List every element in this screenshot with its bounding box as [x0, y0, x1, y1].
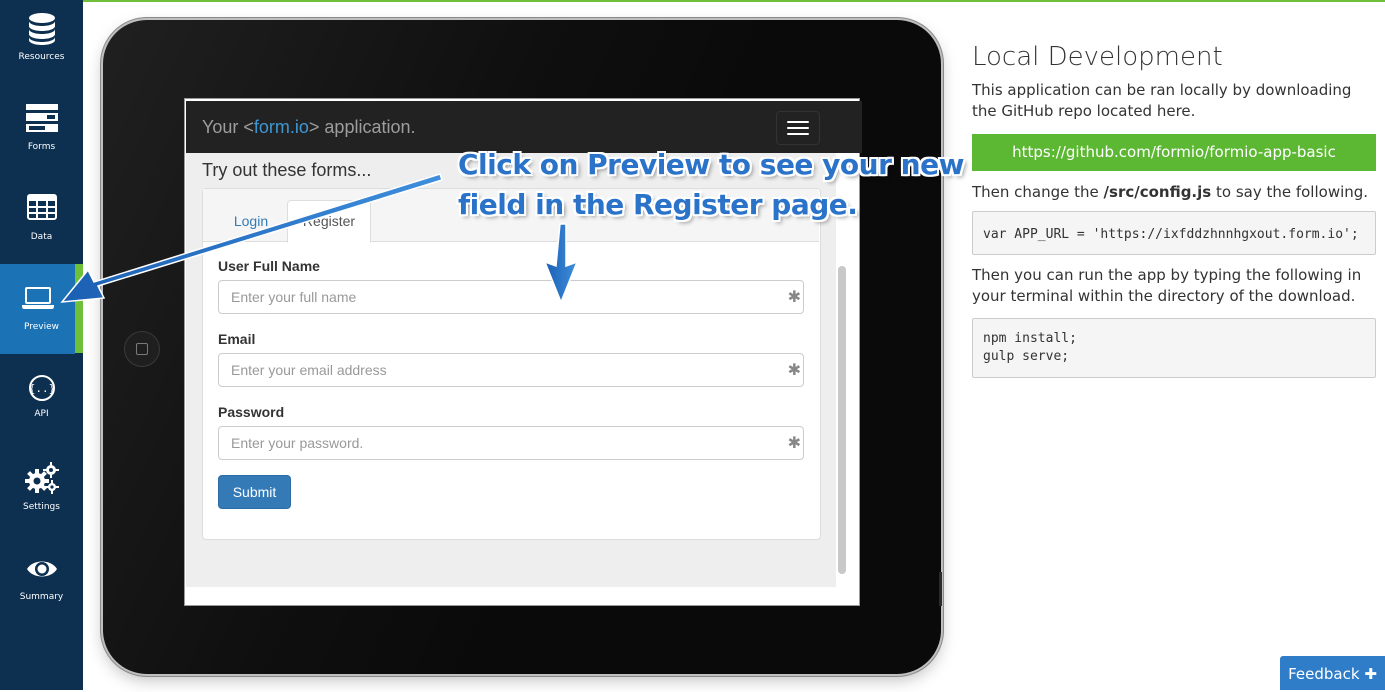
sidebar-item-summary[interactable]: Summary: [0, 540, 83, 630]
menu-toggle-button[interactable]: [776, 111, 820, 145]
full-name-placeholder: Enter your full name: [231, 289, 357, 305]
sidebar-item-label: Data: [30, 232, 53, 242]
sidebar-item-label: Preview: [23, 322, 60, 332]
hamburger-icon-bar: [787, 133, 809, 135]
table-icon: [26, 194, 57, 220]
required-icon: ✱: [787, 362, 801, 379]
sidebar-item-data[interactable]: Data: [0, 180, 83, 270]
preview-brand[interactable]: Your <form.io> application.: [202, 117, 415, 138]
feedback-label: Feedback: [1288, 665, 1360, 683]
run-code-block: npm install; gulp serve;: [972, 318, 1376, 378]
gears-icon: [24, 462, 59, 494]
password-placeholder: Enter your password.: [231, 435, 364, 451]
instruction-callout: Click on Preview to see your new field i…: [458, 145, 964, 225]
hamburger-icon: [787, 121, 809, 123]
api-icon: {..}: [28, 375, 55, 401]
sidebar: Resources Forms Data Preview {..} API Se…: [0, 0, 83, 690]
svg-text:{..}: {..}: [28, 382, 55, 395]
sidebar-item-label: Resources: [18, 52, 65, 62]
page-title: Try out these forms...: [202, 160, 372, 180]
submit-button[interactable]: Submit: [218, 475, 291, 509]
required-icon: ✱: [787, 435, 801, 452]
preview-scrollbar[interactable]: [838, 266, 846, 574]
tab-register[interactable]: Register: [287, 200, 371, 243]
sidebar-item-api[interactable]: {..} API: [0, 360, 83, 450]
local-dev-intro: This application can be ran locally by d…: [972, 81, 1352, 120]
sidebar-item-label: API: [34, 409, 49, 419]
sidebar-item-resources[interactable]: Resources: [0, 0, 83, 90]
plus-icon: ✚: [1364, 665, 1377, 683]
sidebar-item-label: Settings: [23, 502, 60, 512]
config-instruction: Then change the /src/config.js to say th…: [972, 183, 1369, 201]
password-input[interactable]: Enter your password. ✱: [218, 426, 804, 460]
github-repo-link[interactable]: https://github.com/formio/formio-app-bas…: [972, 134, 1376, 171]
callout-line-1: Click on Preview to see your new: [458, 148, 964, 181]
password-label: Password: [218, 404, 285, 420]
eye-icon: [26, 561, 57, 577]
hamburger-icon-bar: [787, 127, 809, 129]
sidebar-item-forms[interactable]: Forms: [0, 90, 83, 180]
config-code-block: var APP_URL = 'https://ixfddzhnnhgxout.f…: [972, 211, 1376, 255]
email-placeholder: Enter your email address: [231, 362, 387, 378]
run-code-line: npm install;: [983, 331, 1077, 346]
top-accent-line: [83, 0, 1385, 2]
config-code-line: var APP_URL = 'https://ixfddzhnnhgxout.f…: [983, 227, 1359, 242]
sidebar-item-preview[interactable]: Preview: [0, 264, 75, 354]
local-dev-title: Local Development: [972, 42, 1223, 72]
sidebar-item-settings[interactable]: Settings: [0, 450, 83, 540]
active-indicator: [75, 264, 83, 353]
tablet-side-button: [939, 572, 942, 606]
config-file-name: /src/config.js: [1103, 183, 1212, 201]
tablet-home-button: [124, 331, 160, 367]
run-instruction: Then you can run the app by typing the f…: [972, 266, 1362, 305]
run-code-line: gulp serve;: [983, 349, 1070, 364]
forms-icon: [25, 104, 58, 132]
callout-line-2: field in the Register page.: [458, 188, 858, 221]
full-name-label: User Full Name: [218, 258, 320, 274]
database-icon: [28, 13, 55, 45]
sidebar-item-label: Summary: [19, 592, 64, 602]
required-icon: ✱: [787, 289, 801, 306]
laptop-icon: [21, 287, 54, 309]
email-label: Email: [218, 331, 256, 347]
email-input[interactable]: Enter your email address ✱: [218, 353, 804, 387]
full-name-input[interactable]: Enter your full name ✱: [218, 280, 804, 314]
tab-login[interactable]: Login: [220, 201, 282, 241]
sidebar-item-label: Forms: [27, 142, 56, 152]
feedback-button[interactable]: Feedback ✚: [1280, 656, 1385, 690]
